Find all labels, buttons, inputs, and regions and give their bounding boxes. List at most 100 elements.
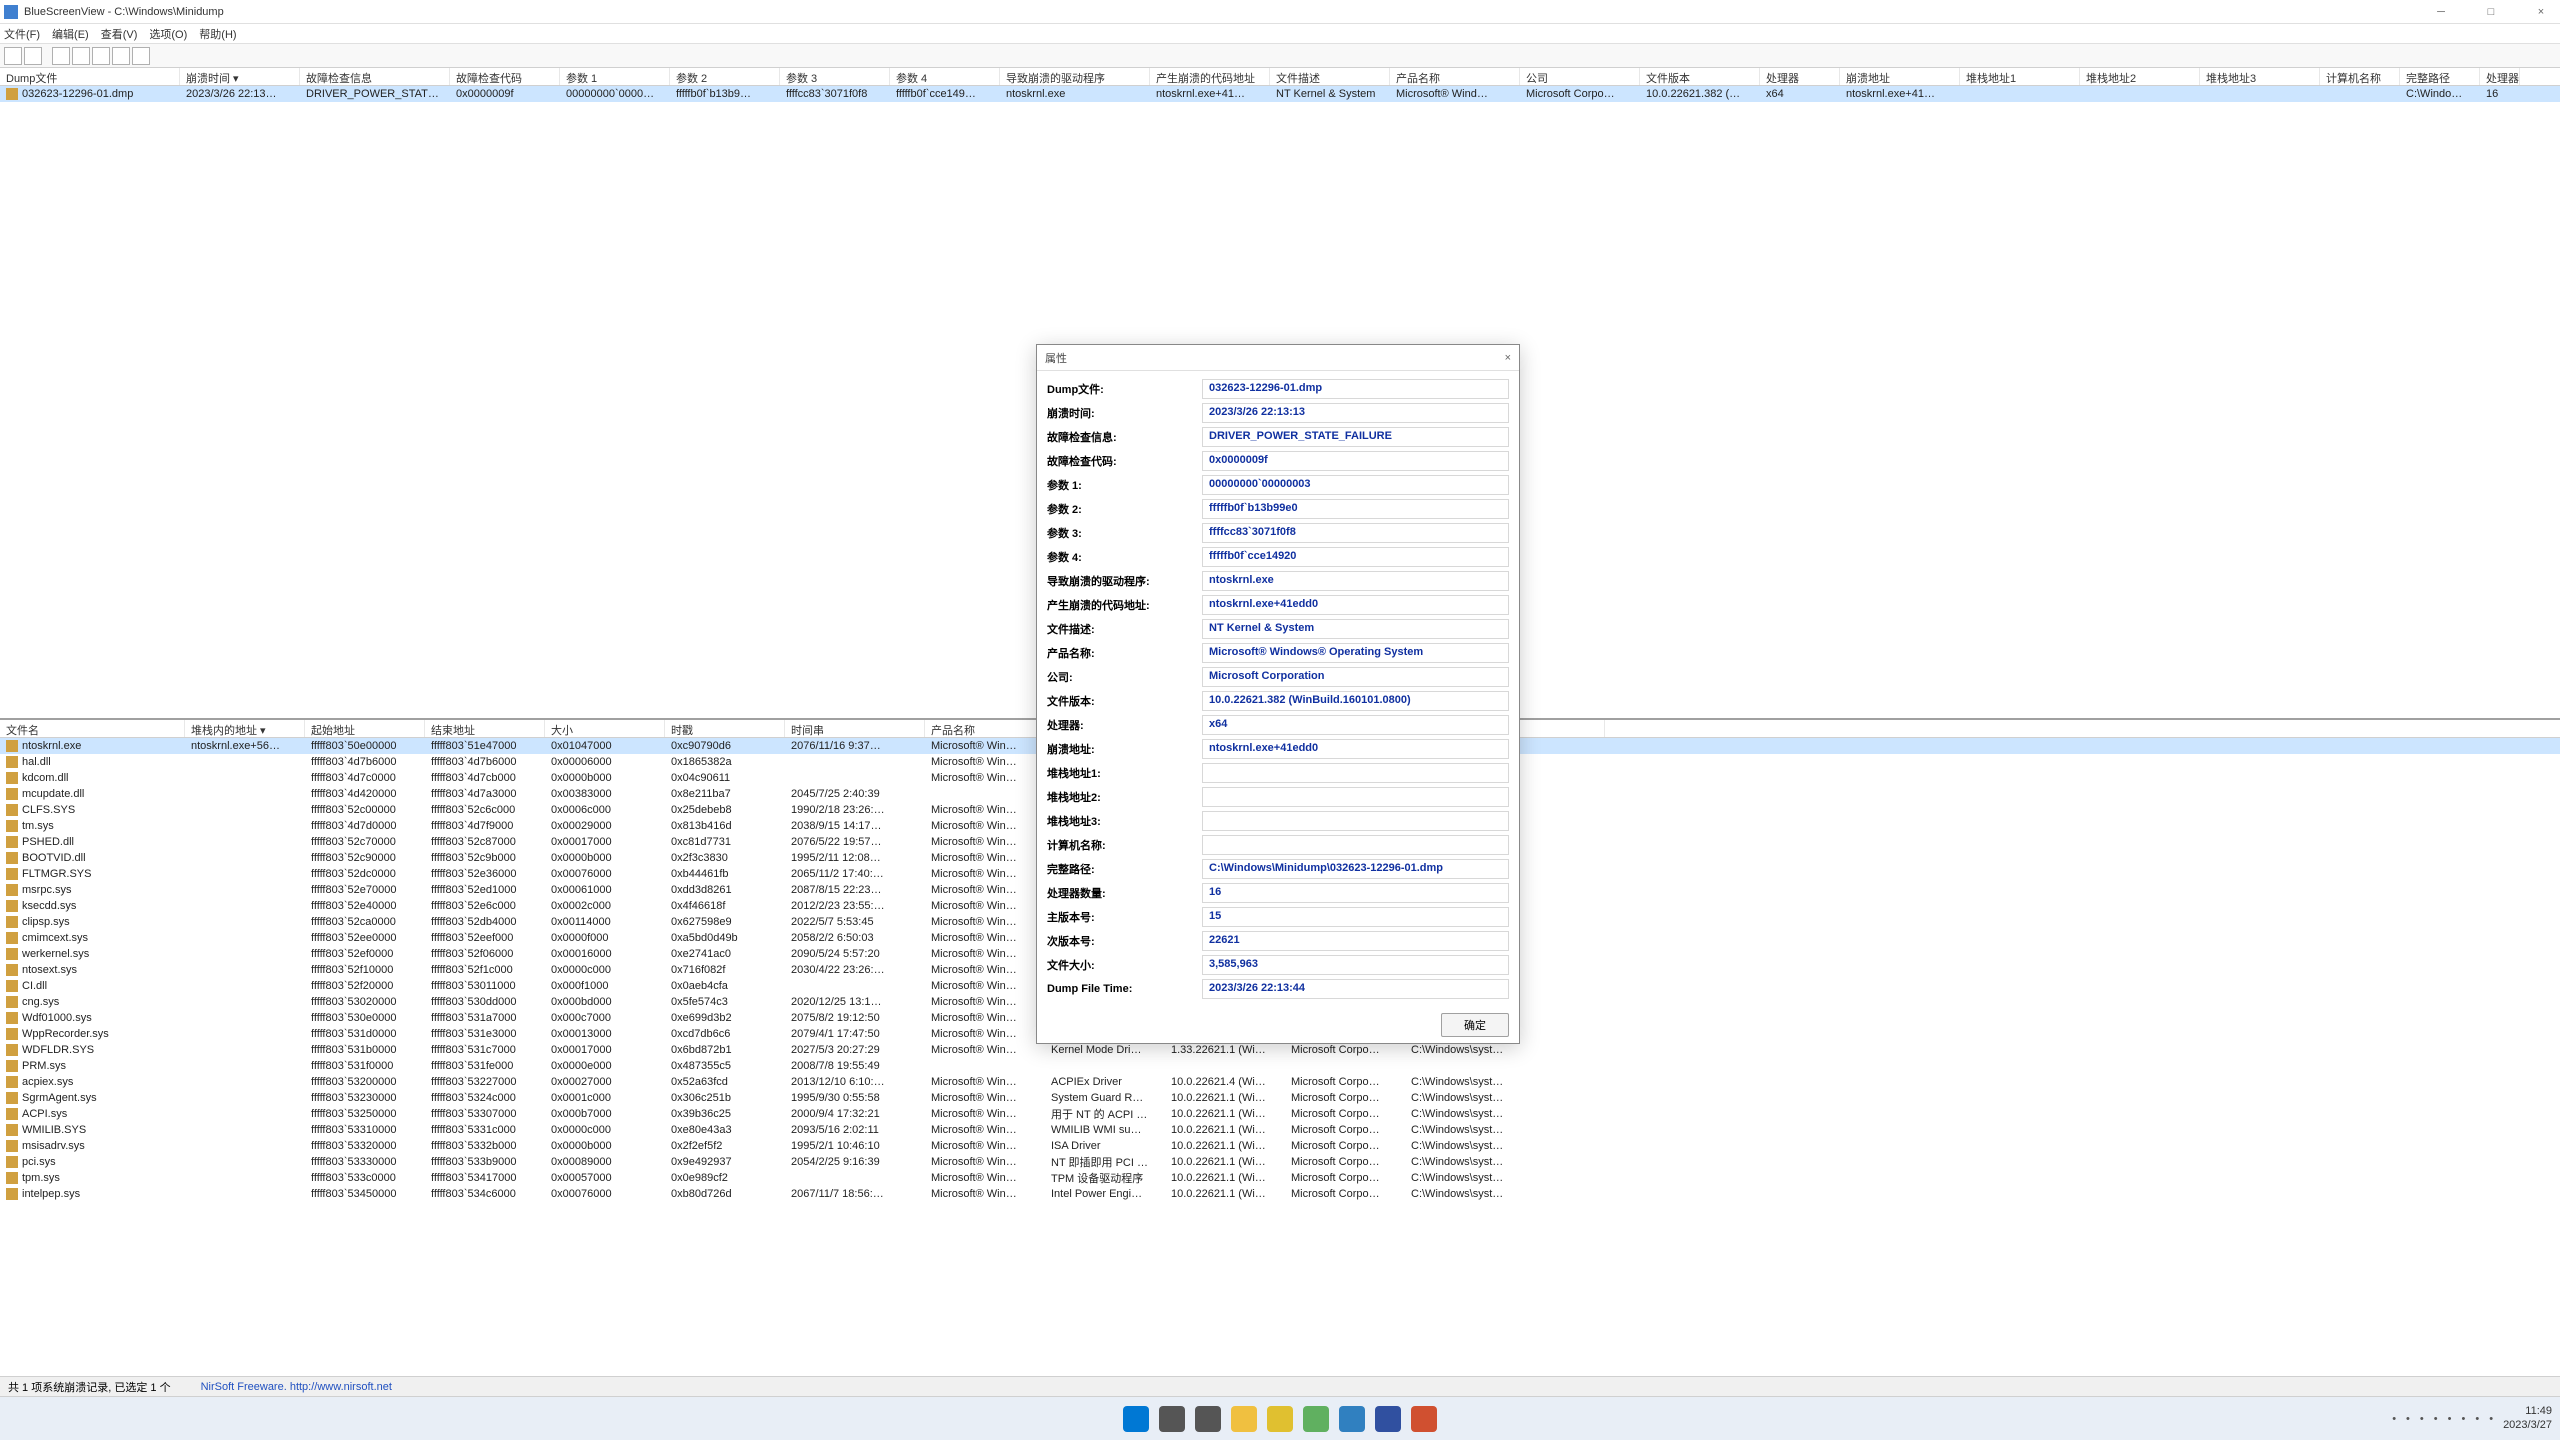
upper-col-1[interactable]: 崩溃时间 ▾ — [180, 68, 300, 85]
lower-col-6[interactable]: 时间串 — [785, 720, 925, 737]
driver-row[interactable]: tpm.sysfffff803`533c0000fffff803`5341700… — [0, 1170, 2560, 1186]
upper-col-21[interactable]: 处理器数 — [2480, 68, 2520, 85]
prop-value[interactable]: ntoskrnl.exe+41edd0 — [1202, 595, 1509, 615]
lower-col-3[interactable]: 结束地址 — [425, 720, 545, 737]
upper-col-2[interactable]: 故障检查信息 — [300, 68, 450, 85]
minimize-button[interactable]: ─ — [2426, 6, 2456, 18]
driver-row[interactable]: intelpep.sysfffff803`53450000fffff803`53… — [0, 1186, 2560, 1202]
maximize-button[interactable]: □ — [2476, 6, 2506, 18]
upper-col-3[interactable]: 故障检查代码 — [450, 68, 560, 85]
prop-value[interactable]: x64 — [1202, 715, 1509, 735]
tool-options[interactable] — [132, 47, 150, 65]
ok-button[interactable]: 确定 — [1441, 1013, 1509, 1037]
upper-col-16[interactable]: 堆栈地址1 — [1960, 68, 2080, 85]
tool-open[interactable] — [4, 47, 22, 65]
prop-value[interactable]: 10.0.22621.382 (WinBuild.160101.0800) — [1202, 691, 1509, 711]
volume-icon[interactable]: • — [2406, 1413, 2410, 1425]
wifi-icon[interactable]: • — [2420, 1413, 2424, 1425]
driver-row[interactable]: pci.sysfffff803`53330000fffff803`533b900… — [0, 1154, 2560, 1170]
upper-col-17[interactable]: 堆栈地址2 — [2080, 68, 2200, 85]
app1-icon[interactable] — [1267, 1406, 1293, 1432]
tool-save[interactable] — [24, 47, 42, 65]
prop-value[interactable]: DRIVER_POWER_STATE_FAILURE — [1202, 427, 1509, 447]
prop-value[interactable]: 3,585,963 — [1202, 955, 1509, 975]
prop-value[interactable]: C:\Windows\Minidump\032623-12296-01.dmp — [1202, 859, 1509, 879]
tool-copy[interactable] — [52, 47, 70, 65]
tool-props[interactable] — [72, 47, 90, 65]
edge-icon[interactable] — [1339, 1406, 1365, 1432]
dialog-close-button[interactable]: × — [1505, 352, 1511, 364]
upper-col-18[interactable]: 堆栈地址3 — [2200, 68, 2320, 85]
upper-col-9[interactable]: 产生崩溃的代码地址 — [1150, 68, 1270, 85]
lower-col-1[interactable]: 堆栈内的地址 ▾ — [185, 720, 305, 737]
lower-col-5[interactable]: 时戳 — [665, 720, 785, 737]
explorer-icon[interactable] — [1231, 1406, 1257, 1432]
menu-item-0[interactable]: 文件(F) — [4, 26, 40, 42]
prop-value[interactable]: Microsoft Corporation — [1202, 667, 1509, 687]
prop-value[interactable]: 22621 — [1202, 931, 1509, 951]
bluescreen-icon[interactable] — [1375, 1406, 1401, 1432]
upper-col-19[interactable]: 计算机名称 — [2320, 68, 2400, 85]
battery-icon[interactable]: • — [2392, 1413, 2396, 1425]
prop-value[interactable]: ffffcc83`3071f0f8 — [1202, 523, 1509, 543]
tool-find[interactable] — [112, 47, 130, 65]
prop-value[interactable]: 2023/3/26 22:13:44 — [1202, 979, 1509, 999]
prop-value[interactable]: Microsoft® Windows® Operating System — [1202, 643, 1509, 663]
app3-icon[interactable] — [1411, 1406, 1437, 1432]
upper-col-15[interactable]: 崩溃地址 — [1840, 68, 1960, 85]
menu-item-4[interactable]: 帮助(H) — [199, 26, 236, 42]
prop-value[interactable]: 032623-12296-01.dmp — [1202, 379, 1509, 399]
driver-row[interactable]: acpiex.sysfffff803`53200000fffff803`5322… — [0, 1074, 2560, 1090]
settings-icon[interactable]: • — [2461, 1413, 2465, 1425]
prop-value[interactable] — [1202, 811, 1509, 831]
upper-col-13[interactable]: 文件版本 — [1640, 68, 1760, 85]
upper-col-0[interactable]: Dump文件 — [0, 68, 180, 85]
upper-col-6[interactable]: 参数 3 — [780, 68, 890, 85]
prop-value[interactable]: NT Kernel & System — [1202, 619, 1509, 639]
start-icon[interactable] — [1123, 1406, 1149, 1432]
prop-value[interactable] — [1202, 835, 1509, 855]
dump-row[interactable]: 032623-12296-01.dmp2023/3/26 22:13…DRIVE… — [0, 86, 2560, 102]
upper-col-10[interactable]: 文件描述 — [1270, 68, 1390, 85]
prop-value[interactable]: 2023/3/26 22:13:13 — [1202, 403, 1509, 423]
prop-value[interactable]: 16 — [1202, 883, 1509, 903]
upper-col-12[interactable]: 公司 — [1520, 68, 1640, 85]
prop-value[interactable]: ntoskrnl.exe+41edd0 — [1202, 739, 1509, 759]
lower-col-2[interactable]: 起始地址 — [305, 720, 425, 737]
menu-item-2[interactable]: 查看(V) — [101, 26, 138, 42]
lower-col-0[interactable]: 文件名 — [0, 720, 185, 737]
prop-value[interactable]: ntoskrnl.exe — [1202, 571, 1509, 591]
app2-icon[interactable] — [1303, 1406, 1329, 1432]
keyboard-icon[interactable]: • — [2434, 1413, 2438, 1425]
cloud-icon[interactable]: • — [2448, 1413, 2452, 1425]
taskview-icon[interactable] — [1195, 1406, 1221, 1432]
upper-col-20[interactable]: 完整路径 — [2400, 68, 2480, 85]
menu-item-1[interactable]: 编辑(E) — [52, 26, 89, 42]
driver-row[interactable]: SgrmAgent.sysfffff803`53230000fffff803`5… — [0, 1090, 2560, 1106]
upper-col-7[interactable]: 参数 4 — [890, 68, 1000, 85]
upper-col-14[interactable]: 处理器 — [1760, 68, 1840, 85]
lower-col-7[interactable]: 产品名称 — [925, 720, 1045, 737]
prop-value[interactable] — [1202, 763, 1509, 783]
upper-col-4[interactable]: 参数 1 — [560, 68, 670, 85]
driver-row[interactable]: PRM.sysfffff803`531f0000fffff803`531fe00… — [0, 1058, 2560, 1074]
upper-col-11[interactable]: 产品名称 — [1390, 68, 1520, 85]
driver-row[interactable]: WMILIB.SYSfffff803`53310000fffff803`5331… — [0, 1122, 2560, 1138]
prop-value[interactable]: 15 — [1202, 907, 1509, 927]
menu-item-3[interactable]: 选项(O) — [149, 26, 187, 42]
upper-col-5[interactable]: 参数 2 — [670, 68, 780, 85]
prop-value[interactable]: fffffb0f`cce14920 — [1202, 547, 1509, 567]
tool-refresh[interactable] — [92, 47, 110, 65]
driver-row[interactable]: ACPI.sysfffff803`53250000fffff803`533070… — [0, 1106, 2560, 1122]
driver-row[interactable]: WDFLDR.SYSfffff803`531b0000fffff803`531c… — [0, 1042, 2560, 1058]
lower-col-4[interactable]: 大小 — [545, 720, 665, 737]
driver-row[interactable]: msisadrv.sysfffff803`53320000fffff803`53… — [0, 1138, 2560, 1154]
nirsoft-link[interactable]: NirSoft Freeware. http://www.nirsoft.net — [201, 1381, 392, 1393]
upper-col-8[interactable]: 导致崩溃的驱动程序 — [1000, 68, 1150, 85]
prop-value[interactable] — [1202, 787, 1509, 807]
chevron-up-icon[interactable]: • — [2489, 1413, 2493, 1425]
user-icon[interactable]: • — [2475, 1413, 2479, 1425]
prop-value[interactable]: fffffb0f`b13b99e0 — [1202, 499, 1509, 519]
dialog-titlebar[interactable]: 属性 × — [1037, 345, 1519, 371]
prop-value[interactable]: 00000000`00000003 — [1202, 475, 1509, 495]
